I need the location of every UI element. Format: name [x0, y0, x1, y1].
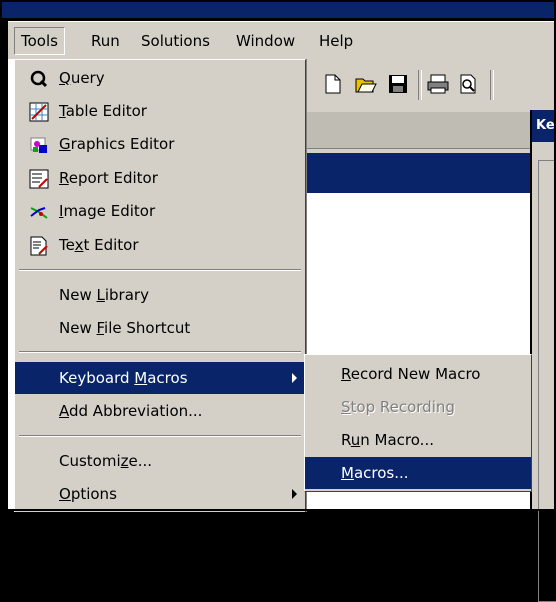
menu-item-report-editor[interactable]: Report Editor: [15, 162, 305, 194]
report-editor-icon: [29, 168, 49, 189]
menu-solutions[interactable]: Solutions: [141, 32, 210, 50]
app-window: Tools Run Solutions Window Help Ke Query: [0, 0, 556, 602]
toolbar-separator: [418, 70, 422, 100]
open-folder-icon[interactable]: [355, 74, 377, 96]
graphics-editor-icon: [29, 134, 49, 154]
menu-item-text-editor[interactable]: Text Editor: [15, 229, 305, 261]
query-icon: [29, 68, 49, 88]
menu-window[interactable]: Window: [236, 32, 295, 50]
menu-item-keyboard-macros[interactable]: Keyboard Macros: [15, 362, 305, 394]
toolbar-separator: [490, 70, 494, 100]
menu-help[interactable]: Help: [319, 32, 353, 50]
print-preview-icon[interactable]: [457, 74, 479, 96]
text-editor-icon: [29, 235, 49, 256]
menu-item-add-abbreviation[interactable]: Add Abbreviation...: [15, 395, 305, 427]
menu-bar: Tools Run Solutions Window Help: [8, 21, 556, 60]
print-icon[interactable]: [427, 74, 449, 96]
menu-separator: [19, 435, 301, 437]
menu-item-table-editor[interactable]: Table Editor: [15, 95, 305, 127]
submenu-item-run-macro[interactable]: Run Macro...: [305, 424, 531, 456]
keyboard-macros-submenu: Record New Macro Stop Recording Run Macr…: [304, 354, 532, 492]
new-file-icon[interactable]: [322, 74, 344, 96]
image-editor-icon: [29, 201, 49, 221]
menu-item-query[interactable]: Query: [15, 62, 305, 94]
menu-item-graphics-editor[interactable]: Graphics Editor: [15, 128, 305, 160]
title-bar: [0, 0, 556, 18]
menu-item-new-file-shortcut[interactable]: New File Shortcut: [15, 312, 305, 344]
tab-row: [300, 112, 530, 149]
menu-run[interactable]: Run: [91, 32, 120, 50]
submenu-arrow-icon: [292, 373, 297, 383]
submenu-item-record-new-macro[interactable]: Record New Macro: [305, 358, 531, 390]
menu-tools[interactable]: Tools: [14, 27, 65, 55]
pane-header: [300, 153, 530, 193]
dialog-group-box: [538, 160, 556, 602]
menu-item-customize[interactable]: Customize...: [15, 445, 305, 477]
save-icon[interactable]: [387, 74, 409, 96]
submenu-item-stop-recording: Stop Recording: [341, 398, 455, 416]
menu-item-options[interactable]: Options: [15, 478, 305, 510]
keyboard-macros-dialog: Ke: [530, 110, 556, 602]
dialog-title: Ke: [532, 110, 556, 142]
table-editor-icon: [29, 101, 49, 122]
menu-item-image-editor[interactable]: Image Editor: [15, 195, 305, 227]
tools-menu: Query Table Editor Graphics Editor Repor…: [14, 59, 306, 512]
menu-item-new-library[interactable]: New Library: [15, 279, 305, 311]
menu-separator: [19, 269, 301, 271]
submenu-arrow-icon: [292, 489, 297, 499]
menu-separator: [19, 351, 301, 353]
submenu-item-macros[interactable]: Macros...: [305, 457, 531, 489]
